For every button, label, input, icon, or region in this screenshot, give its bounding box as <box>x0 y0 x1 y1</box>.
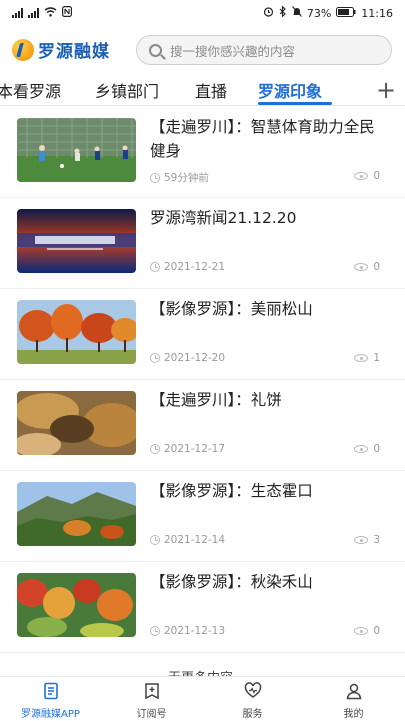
search-icon <box>149 43 162 57</box>
logo-icon <box>12 38 34 61</box>
list-item[interactable]: 【走遍罗川】：礼饼 2021-12-17 0 <box>0 380 405 471</box>
date-text: 2021-12-14 <box>164 534 226 546</box>
article-date: 59分钟前 <box>150 170 209 185</box>
article-title: 【影像罗源】：秋染禾山 <box>150 573 313 591</box>
thumbnail-image <box>17 391 136 455</box>
views-count: 0 <box>373 170 380 182</box>
thumbnail-image <box>17 300 136 364</box>
article-title: 【影像罗源】：美丽松山 <box>150 300 313 318</box>
service-icon <box>244 682 261 698</box>
nav-profile[interactable]: 我的 <box>303 677 404 721</box>
tab-live[interactable]: 直播 <box>195 78 227 102</box>
clock-icon <box>150 444 160 454</box>
bluetooth-icon <box>279 5 287 20</box>
views-count: 1 <box>373 352 380 364</box>
nav-label: 我的 <box>343 709 364 720</box>
mute-icon <box>291 6 302 20</box>
article-date: 2021-12-17 <box>150 443 225 455</box>
battery-icon <box>336 6 356 20</box>
article-views: 0 <box>354 443 380 455</box>
nfc-icon <box>62 6 73 20</box>
nav-service[interactable]: 服务 <box>202 677 303 721</box>
eye-icon <box>354 263 369 271</box>
list-item[interactable]: 【走遍罗川】：智慧体育助力全民健身 59分钟前 0 <box>0 107 405 198</box>
logo-text: 罗源融媒 <box>38 42 110 62</box>
status-bar: 73% 11:16 <box>0 0 405 26</box>
eye-icon <box>354 354 369 362</box>
thumbnail-image <box>17 118 136 182</box>
thumbnail-image <box>17 482 136 546</box>
end-of-list-text: 无更多内容 <box>168 667 233 676</box>
list-item[interactable]: 罗源湾新闻21.12.20 2021-12-21 0 <box>0 198 405 289</box>
tab-impression[interactable]: 罗源印象 <box>258 78 322 102</box>
app-logo: 罗源融媒 <box>12 37 110 62</box>
clock-icon <box>150 172 160 183</box>
signal-icon <box>28 8 39 18</box>
views-count: 0 <box>373 625 380 637</box>
app-header: 罗源融媒 搜一搜你感兴趣的内容 <box>0 26 405 74</box>
eye-icon <box>354 172 369 180</box>
signal-icon <box>12 8 23 18</box>
end-of-list: 无更多内容 <box>0 662 405 676</box>
active-tab-indicator <box>258 102 332 105</box>
date-text: 2021-12-21 <box>164 261 226 273</box>
date-text: 2021-12-13 <box>164 625 226 637</box>
date-text: 2021-12-17 <box>164 443 226 455</box>
list-item[interactable]: 【影像罗源】：生态霍口 2021-12-14 3 <box>0 471 405 562</box>
eye-icon <box>354 536 369 544</box>
eye-icon <box>354 445 369 453</box>
battery-percent: 73% <box>306 6 332 20</box>
nav-subscribe[interactable]: 订阅号 <box>101 677 202 721</box>
views-count: 0 <box>373 443 380 455</box>
tab-townships[interactable]: 乡镇部门 <box>95 78 159 102</box>
article-title: 【走遍罗川】：智慧体育助力全民健身 <box>150 118 375 160</box>
wifi-icon <box>44 6 57 20</box>
bottom-nav: 罗源融媒APP 订阅号 服务 我的 <box>0 676 405 720</box>
thumbnail-image <box>17 209 136 273</box>
article-title: 罗源湾新闻21.12.20 <box>150 209 297 227</box>
article-date: 2021-12-20 <box>150 352 225 364</box>
nav-label: 服务 <box>242 709 263 720</box>
article-title: 【走遍罗川】：礼饼 <box>150 391 282 409</box>
nav-home[interactable]: 罗源融媒APP <box>0 677 101 721</box>
add-channel-button[interactable]: + <box>367 74 405 105</box>
clock-icon <box>150 626 160 636</box>
subscribe-icon <box>144 683 159 700</box>
article-views: 0 <box>354 261 380 273</box>
article-views: 1 <box>354 352 380 364</box>
nav-label: 订阅号 <box>136 709 167 720</box>
clock-icon <box>150 262 160 272</box>
date-text: 59分钟前 <box>164 172 209 184</box>
list-item[interactable]: 【影像罗源】：秋染禾山 2021-12-13 0 <box>0 562 405 653</box>
views-count: 3 <box>373 534 380 546</box>
document-icon <box>43 682 58 700</box>
search-placeholder: 搜一搜你感兴趣的内容 <box>170 43 296 59</box>
eye-icon <box>354 627 369 635</box>
article-title: 【影像罗源】：生态霍口 <box>150 482 313 500</box>
clock-icon <box>150 353 160 363</box>
views-count: 0 <box>373 261 380 273</box>
channel-tabs: 本看罗源 乡镇部门 直播 罗源印象 + <box>0 74 405 106</box>
article-views: 0 <box>354 170 380 182</box>
tab-local[interactable]: 本看罗源 <box>0 78 61 102</box>
list-item[interactable]: 【影像罗源】：美丽松山 2021-12-20 1 <box>0 289 405 380</box>
date-text: 2021-12-20 <box>164 352 226 364</box>
profile-icon <box>346 683 361 700</box>
article-date: 2021-12-14 <box>150 534 225 546</box>
alarm-icon <box>263 6 274 20</box>
article-views: 0 <box>354 625 380 637</box>
article-date: 2021-12-13 <box>150 625 225 637</box>
thumbnail-image <box>17 573 136 637</box>
nav-label: 罗源融媒APP <box>21 709 80 720</box>
search-bar[interactable]: 搜一搜你感兴趣的内容 <box>136 35 392 65</box>
article-views: 3 <box>354 534 380 546</box>
clock-icon <box>150 535 160 545</box>
clock-time: 11:16 <box>361 6 393 20</box>
article-date: 2021-12-21 <box>150 261 225 273</box>
